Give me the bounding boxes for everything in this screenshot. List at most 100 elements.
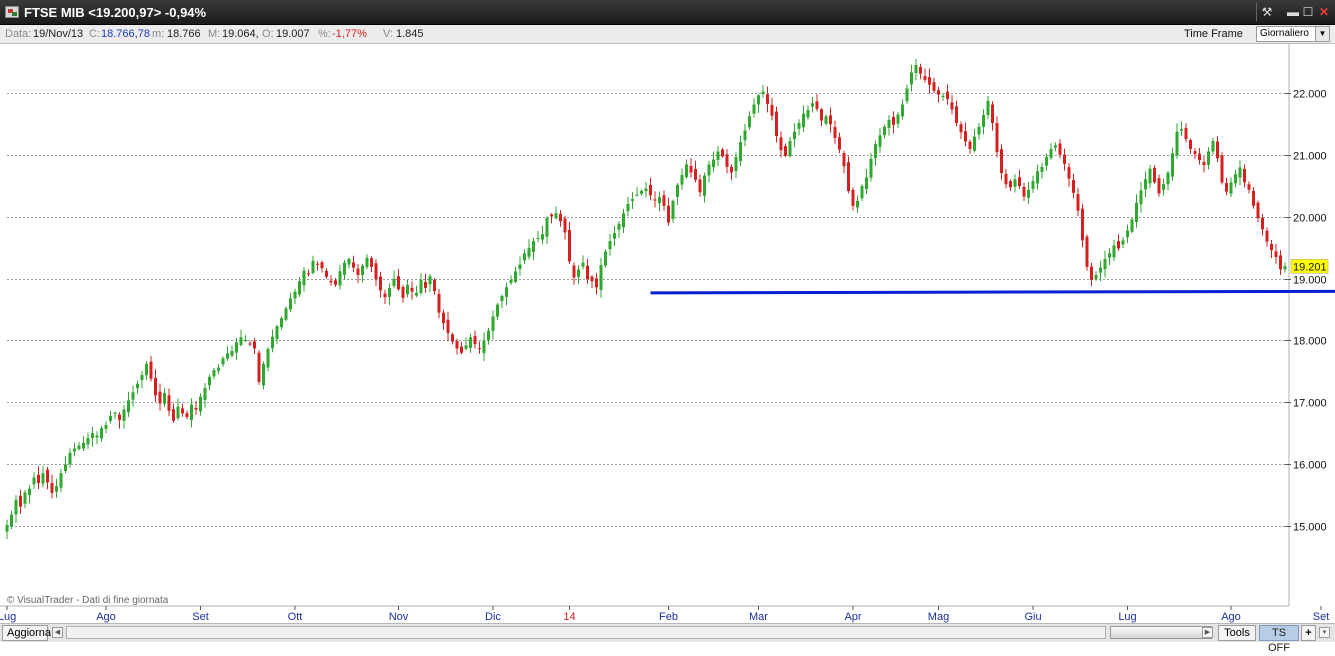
candle-down — [726, 154, 729, 167]
candle-up — [222, 358, 225, 364]
zoom-in-button[interactable]: + — [1301, 625, 1316, 641]
candle-up — [744, 130, 747, 140]
price-axis-label: 18.000 — [1293, 336, 1327, 348]
candle-up — [429, 276, 432, 284]
scrollbar-track[interactable] — [66, 626, 1106, 639]
candle-down — [253, 341, 256, 348]
candle-up — [303, 271, 306, 286]
time-axis-labels: LugAgoSetOttNovDic14FebMarAprMagGiuLugAg… — [0, 606, 1335, 623]
candle-up — [69, 453, 72, 464]
price-chart[interactable]: 15.00016.00017.00018.00019.00020.00021.0… — [0, 44, 1335, 623]
candle-up — [1234, 174, 1237, 183]
timeframe-value: Giornaliero — [1260, 28, 1309, 39]
candle-up — [1045, 157, 1048, 166]
tools-button[interactable]: Tools — [1218, 625, 1256, 641]
zoom-menu-icon[interactable]: ▾ — [1319, 627, 1330, 638]
candle-down — [964, 131, 967, 141]
close-button[interactable]: ✕ — [1315, 4, 1333, 20]
candle-down — [1059, 144, 1062, 155]
ts-toggle-button[interactable]: TS OFF — [1259, 625, 1299, 641]
candle-down — [19, 496, 22, 507]
candle-down — [456, 341, 459, 348]
candle-down — [307, 273, 310, 274]
candle-up — [1104, 259, 1107, 269]
candle-up — [865, 177, 868, 189]
candle-up — [1176, 132, 1179, 156]
candle-up — [393, 279, 396, 286]
candle-up — [388, 288, 391, 297]
refresh-button[interactable]: Aggiorna — [2, 625, 48, 641]
candle-down — [172, 409, 175, 421]
candle-up — [348, 259, 351, 265]
candle-up — [753, 105, 756, 114]
tools-wrench-icon[interactable]: ⚒ — [1258, 4, 1276, 20]
candle-up — [739, 142, 742, 161]
candle-up — [235, 342, 238, 352]
time-axis-label: Lug — [1118, 611, 1136, 623]
candle-up — [1122, 240, 1125, 244]
candle-down — [784, 146, 787, 156]
candle-up — [1036, 171, 1039, 183]
candle-down — [586, 266, 589, 280]
candle-down — [1086, 237, 1089, 267]
time-axis-label: Mag — [928, 611, 949, 623]
candle-down — [1005, 174, 1008, 184]
candle-up — [1027, 190, 1030, 198]
candle-up — [555, 213, 558, 218]
candle-up — [1180, 129, 1183, 130]
candle-down — [330, 281, 333, 283]
candle-up — [82, 443, 85, 449]
candle-up — [600, 265, 603, 290]
candle-down — [1266, 231, 1269, 242]
candle-up — [285, 308, 288, 319]
volume-label: V: — [383, 25, 393, 43]
candle-up — [982, 115, 985, 127]
candle-up — [1032, 181, 1035, 189]
trendline-layer[interactable] — [651, 291, 1335, 293]
candle-down — [829, 115, 832, 124]
candle-down — [1158, 178, 1161, 193]
candle-up — [987, 101, 990, 115]
candle-down — [775, 112, 778, 136]
candle-down — [37, 475, 40, 483]
time-axis-label: Giu — [1024, 611, 1041, 623]
candle-down — [159, 392, 162, 404]
candle-up — [105, 425, 108, 429]
candle-up — [1284, 266, 1287, 269]
app-chart-icon[interactable] — [5, 6, 19, 18]
candle-up — [1171, 153, 1174, 176]
candle-down — [150, 362, 153, 379]
candle-down — [730, 167, 733, 173]
scrollbar-thumb[interactable] — [1110, 626, 1212, 639]
support-trendline[interactable] — [651, 291, 1335, 293]
candle-down — [1216, 141, 1219, 158]
candle-down — [852, 190, 855, 206]
candle-down — [478, 348, 481, 349]
candle-down — [1252, 191, 1255, 206]
candle-down — [694, 169, 697, 180]
chevron-down-icon[interactable]: ▼ — [1315, 27, 1329, 41]
candle-up — [510, 280, 513, 283]
candle-down — [847, 162, 850, 191]
candle-down — [1203, 162, 1206, 165]
timeframe-select[interactable]: Giornaliero ▼ — [1256, 26, 1330, 42]
candle-up — [1167, 172, 1170, 184]
candle-up — [528, 248, 531, 257]
candle-up — [91, 433, 94, 438]
candle-down — [690, 166, 693, 173]
candle-up — [213, 370, 216, 376]
candle-up — [55, 486, 58, 492]
candle-down — [568, 230, 571, 261]
candle-up — [217, 368, 220, 371]
candle-down — [154, 378, 157, 396]
price-axis-label: 20.000 — [1293, 213, 1327, 225]
scroll-left-icon[interactable]: ◀ — [52, 627, 63, 638]
min-value: 18.766 — [167, 25, 201, 43]
candle-up — [519, 264, 522, 269]
candle-down — [51, 483, 54, 493]
scroll-right-icon[interactable]: ▶ — [1202, 627, 1213, 638]
time-axis-label: Set — [192, 611, 209, 623]
quote-info-bar: Data: 19/Nov/13 C: 18.766,78 m: 18.766 M… — [0, 25, 1335, 44]
candle-up — [501, 296, 504, 301]
candle-up — [415, 293, 418, 296]
